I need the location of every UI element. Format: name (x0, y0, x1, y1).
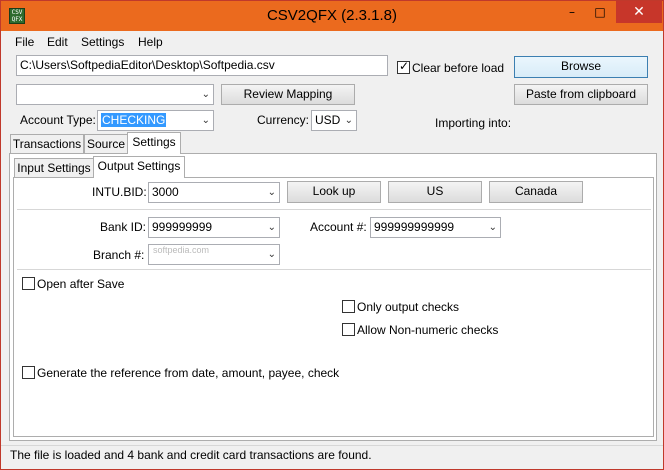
menu-settings[interactable]: Settings (81, 35, 124, 49)
status-text: The file is loaded and 4 bank and credit… (10, 448, 372, 462)
account-number-label: Account #: (310, 220, 367, 234)
chevron-down-icon: ⌄ (267, 249, 276, 260)
intu-bid-label: INTU.BID: (92, 185, 147, 199)
output-settings-panel (13, 177, 654, 437)
allow-non-numeric-checkbox[interactable] (342, 323, 355, 336)
generate-reference-checkbox[interactable] (22, 366, 35, 379)
generate-reference-label: Generate the reference from date, amount… (37, 366, 340, 380)
menu-bar: File Edit Settings Help (1, 31, 663, 52)
tab-output-settings[interactable]: Output Settings (93, 156, 185, 178)
bank-id-select[interactable]: 999999999 ⌄ (148, 217, 280, 238)
account-type-value: CHECKING (101, 113, 167, 127)
clear-before-load-checkbox[interactable] (397, 59, 410, 74)
divider (17, 209, 651, 210)
bank-id-label: Bank ID: (100, 220, 147, 234)
title-bar[interactable]: CSV QFX CSV2QFX (2.3.1.8) – □ ✕ (1, 1, 663, 31)
currency-label: Currency: (257, 113, 310, 127)
divider (17, 269, 651, 270)
chevron-down-icon: ⌄ (201, 115, 210, 126)
chevron-down-icon: ⌄ (344, 115, 353, 126)
account-number-select[interactable]: 999999999999 ⌄ (370, 217, 501, 238)
review-mapping-button[interactable]: Review Mapping (221, 84, 355, 105)
chevron-down-icon: ⌄ (267, 222, 276, 233)
menu-help[interactable]: Help (138, 35, 163, 49)
us-button[interactable]: US (388, 181, 482, 203)
close-button[interactable]: ✕ (616, 1, 662, 23)
chevron-down-icon: ⌄ (488, 222, 497, 233)
tab-source[interactable]: Source (84, 134, 128, 154)
chevron-down-icon: ⌄ (267, 187, 276, 198)
currency-select[interactable]: USD ⌄ (311, 110, 357, 131)
branch-label: Branch #: (93, 248, 145, 262)
lookup-button[interactable]: Look up (287, 181, 381, 203)
account-type-select[interactable]: CHECKING ⌄ (97, 110, 214, 131)
open-after-save-label: Open after Save (37, 277, 125, 291)
canada-button[interactable]: Canada (489, 181, 583, 203)
importing-into-label: Importing into: (435, 116, 512, 130)
minimize-button[interactable]: – (558, 1, 586, 23)
bank-id-value: 999999999 (152, 220, 213, 234)
browse-button[interactable]: Browse (514, 56, 648, 78)
account-type-label: Account Type: (20, 113, 96, 127)
maximize-button[interactable]: □ (586, 1, 614, 23)
tab-input-settings[interactable]: Input Settings (14, 158, 94, 178)
menu-edit[interactable]: Edit (47, 35, 68, 49)
chevron-down-icon: ⌄ (201, 89, 210, 100)
currency-value: USD (315, 113, 341, 127)
allow-non-numeric-label: Allow Non-numeric checks (357, 323, 499, 337)
menu-file[interactable]: File (15, 35, 34, 49)
account-number-value: 999999999999 (374, 220, 455, 234)
paste-from-clipboard-button[interactable]: Paste from clipboard (514, 84, 648, 105)
file-path-input[interactable]: C:\Users\SoftpediaEditor\Desktop\Softped… (16, 55, 388, 76)
mapping-combo[interactable]: ⌄ (16, 84, 214, 105)
only-output-checks-label: Only output checks (357, 300, 460, 314)
only-output-checks-checkbox[interactable] (342, 300, 355, 313)
intu-bid-value: 3000 (152, 185, 179, 199)
softpedia-watermark: softpedia.com (153, 245, 210, 255)
clear-before-load-label: Clear before load (412, 61, 505, 75)
intu-bid-select[interactable]: 3000 ⌄ (148, 182, 280, 203)
tab-settings[interactable]: Settings (127, 132, 181, 154)
open-after-save-checkbox[interactable] (22, 277, 35, 290)
status-bar: The file is loaded and 4 bank and credit… (1, 445, 663, 469)
app-window: CSV QFX CSV2QFX (2.3.1.8) – □ ✕ File Edi… (0, 0, 664, 470)
tab-transactions[interactable]: Transactions (10, 134, 84, 154)
